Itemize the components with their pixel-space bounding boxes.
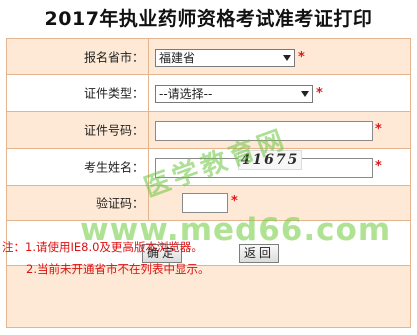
- required-mark: *: [316, 86, 323, 101]
- id-number-label: 证件号码：: [83, 123, 144, 138]
- province-label: 报名省市：: [83, 50, 144, 64]
- required-mark: *: [298, 50, 305, 65]
- id-type-row: 证件类型： --请选择-- *: [7, 75, 410, 112]
- watermark-url-text: www.med66.com: [80, 212, 392, 248]
- page-title: 2017年执业药师资格考试准考证打印: [44, 8, 373, 30]
- chevron-down-icon: [283, 55, 291, 61]
- note-2: 2.当前未开通省市不在列表中显示。: [26, 262, 210, 276]
- id-type-label: 证件类型：: [83, 86, 144, 101]
- province-select-value: 福建省: [159, 51, 196, 65]
- required-mark: *: [231, 194, 238, 209]
- chevron-down-icon: [301, 91, 309, 97]
- captcha-input[interactable]: [182, 193, 228, 213]
- name-label: 考生姓名：: [83, 160, 144, 175]
- required-mark: *: [375, 159, 382, 174]
- id-type-select-value: --请选择--: [159, 87, 213, 101]
- province-row: 报名省市： 福建省 *: [7, 39, 410, 75]
- id-type-select[interactable]: --请选择--: [155, 85, 313, 103]
- captcha-label: 验证码：: [95, 196, 144, 211]
- province-select[interactable]: 福建省: [155, 49, 295, 67]
- required-mark: *: [375, 122, 382, 137]
